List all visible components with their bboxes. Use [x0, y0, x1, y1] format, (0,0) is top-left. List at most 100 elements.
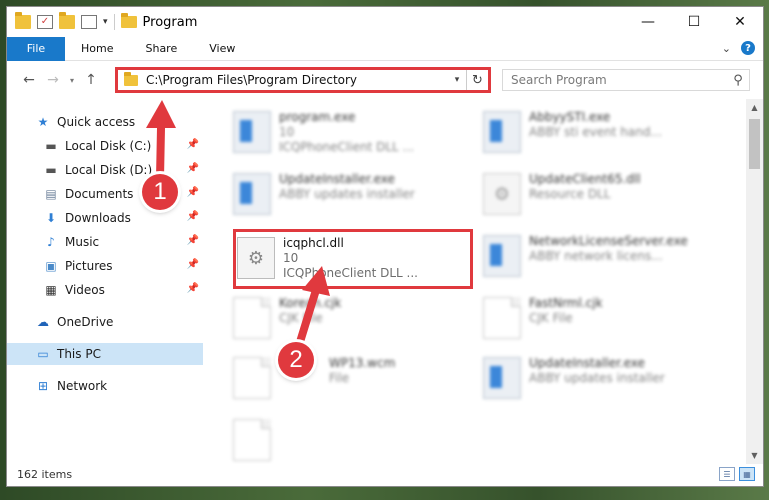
chevron-down-icon[interactable]: ▾ [103, 17, 108, 27]
file-detail: ABBY updates installer [279, 187, 415, 201]
pin-icon[interactable]: 📌 [187, 235, 199, 246]
recent-locations-chevron-icon[interactable]: ▾ [65, 76, 79, 85]
back-arrow-icon[interactable]: ← [17, 72, 41, 88]
pin-icon[interactable]: 📌 [187, 259, 199, 270]
tab-file[interactable]: File [7, 36, 65, 61]
file-detail: Resource DLL [529, 187, 611, 201]
address-row: ← → ▾ ↑ C:\Program Files\Program Directo… [7, 62, 763, 98]
quick-access-customize-icon[interactable] [81, 15, 97, 29]
file-item[interactable]: WP13.wcm File [229, 351, 465, 409]
star-icon: ★ [37, 115, 49, 129]
pin-icon[interactable]: 📌 [187, 139, 199, 150]
minimize-button[interactable]: — [625, 7, 671, 37]
tab-home[interactable]: Home [65, 42, 129, 55]
item-count: 162 items [17, 467, 73, 481]
nav-label: Videos [65, 283, 105, 297]
document-icon [233, 357, 271, 399]
details-view-icon[interactable]: ☰ [719, 467, 735, 481]
file-name: Korean.cjk [279, 296, 342, 310]
file-item[interactable]: Korean.cjk CJK File [229, 291, 465, 349]
app-icon [233, 111, 271, 153]
pin-icon[interactable]: 📌 [187, 187, 199, 198]
vertical-scrollbar[interactable]: ▲ ▼ [746, 99, 763, 464]
title-divider [113, 14, 115, 30]
file-item[interactable]: program.exe 10 ICQPhoneClient DLL ... [229, 105, 465, 163]
nav-label: Local Disk (D:) [65, 163, 153, 177]
file-detail: 10 [279, 125, 295, 139]
file-detail: CJK File [279, 311, 323, 325]
app-icon [233, 173, 271, 215]
step-marker-2: 2 [278, 342, 314, 378]
step-marker-1: 1 [142, 174, 178, 210]
nav-item-network[interactable]: ⊞ Network [7, 375, 203, 397]
file-explorer-window: ✓ ▾ Program — ☐ ✕ File Home Share View ⌄… [6, 6, 764, 487]
nav-item-onedrive[interactable]: ☁ OneDrive [7, 311, 203, 333]
search-icon[interactable]: ⚲ [727, 73, 749, 88]
file-item[interactable]: ⚙ UpdateClient65.dll Resource DLL [479, 167, 715, 225]
network-icon: ⊞ [37, 379, 49, 393]
tab-view[interactable]: View [193, 42, 251, 55]
document-icon [233, 297, 271, 339]
window-controls: — ☐ ✕ [625, 7, 763, 37]
app-icon [483, 357, 521, 399]
maximize-button[interactable]: ☐ [671, 7, 717, 37]
refresh-icon[interactable]: ↻ [466, 70, 488, 90]
nav-label: This PC [57, 347, 101, 361]
file-detail: ABBY sti event hand... [529, 125, 662, 139]
file-detail: ABBY network licens... [529, 249, 663, 263]
nav-label: Network [57, 379, 108, 393]
file-name: NetworkLicenseServer.exe [529, 234, 688, 248]
properties-check-icon[interactable]: ✓ [37, 15, 53, 29]
nav-item-downloads[interactable]: ⬇ Downloads 📌 [7, 207, 203, 229]
help-icon[interactable]: ? [741, 41, 755, 55]
music-icon: ♪ [47, 235, 55, 249]
file-item[interactable]: NetworkLicenseServer.exe ABBY network li… [479, 229, 715, 287]
file-name: UpdateInstaller.exe [529, 356, 645, 370]
nav-item-music[interactable]: ♪ Music 📌 [7, 231, 203, 253]
pictures-icon: ▣ [45, 259, 57, 273]
nav-item-videos[interactable]: ▦ Videos 📌 [7, 279, 203, 301]
file-name: program.exe [279, 110, 356, 124]
large-icons-view-icon[interactable]: ▦ [739, 467, 755, 481]
close-button[interactable]: ✕ [717, 7, 763, 37]
gear-file-icon: ⚙ [483, 173, 521, 215]
file-name: UpdateInstaller.exe [279, 172, 395, 186]
nav-item-pictures[interactable]: ▣ Pictures 📌 [7, 255, 203, 277]
file-item[interactable] [229, 413, 465, 464]
expand-ribbon-chevron-icon[interactable]: ⌄ [722, 42, 731, 55]
documents-icon: ▤ [45, 187, 57, 201]
scroll-thumb[interactable] [749, 119, 760, 169]
file-item[interactable]: AbbyySTI.exe ABBY sti event hand... [479, 105, 715, 163]
pin-icon[interactable]: 📌 [187, 283, 199, 294]
new-folder-icon[interactable] [59, 12, 75, 29]
nav-item-local-disk-d[interactable]: ▬ Local Disk (D:) 📌 [7, 159, 203, 181]
window-title: Program [142, 14, 198, 30]
file-list: program.exe 10 ICQPhoneClient DLL ... Ab… [211, 99, 741, 464]
file-description: ICQPhoneClient DLL ... [279, 140, 414, 154]
status-bar: 162 items ☰ ▦ [7, 462, 763, 486]
app-icon [483, 235, 521, 277]
pin-icon[interactable]: 📌 [187, 163, 199, 174]
drive-icon: ▬ [45, 139, 57, 153]
nav-item-quick-access[interactable]: ★ Quick access [7, 111, 203, 133]
search-input[interactable] [503, 70, 727, 90]
pin-icon[interactable]: 📌 [187, 211, 199, 222]
address-history-chevron-icon[interactable]: ▾ [448, 75, 466, 85]
nav-item-this-pc[interactable]: ▭ This PC [7, 343, 203, 365]
nav-item-local-disk-c[interactable]: ▬ Local Disk (C:) 📌 [7, 135, 203, 157]
nav-label: OneDrive [57, 315, 114, 329]
file-item[interactable]: UpdateInstaller.exe ABBY updates install… [479, 351, 715, 409]
up-arrow-icon[interactable]: ↑ [79, 72, 103, 88]
file-item[interactable]: UpdateInstaller.exe ABBY updates install… [229, 167, 465, 225]
file-item[interactable]: FastNrml.cjk CJK File [479, 291, 715, 349]
app-icon [483, 111, 521, 153]
drive-icon: ▬ [45, 163, 57, 177]
address-path[interactable]: C:\Program Files\Program Directory [146, 73, 448, 87]
nav-label: Pictures [65, 259, 113, 273]
highlight-box [233, 229, 473, 289]
tab-share[interactable]: Share [129, 42, 193, 55]
navigation-pane: ★ Quick access ▬ Local Disk (C:) 📌 ▬ Loc… [7, 99, 207, 464]
forward-arrow-icon[interactable]: → [41, 72, 65, 88]
scroll-up-icon[interactable]: ▲ [746, 99, 763, 116]
address-bar[interactable]: C:\Program Files\Program Directory ▾ ↻ [115, 67, 491, 93]
